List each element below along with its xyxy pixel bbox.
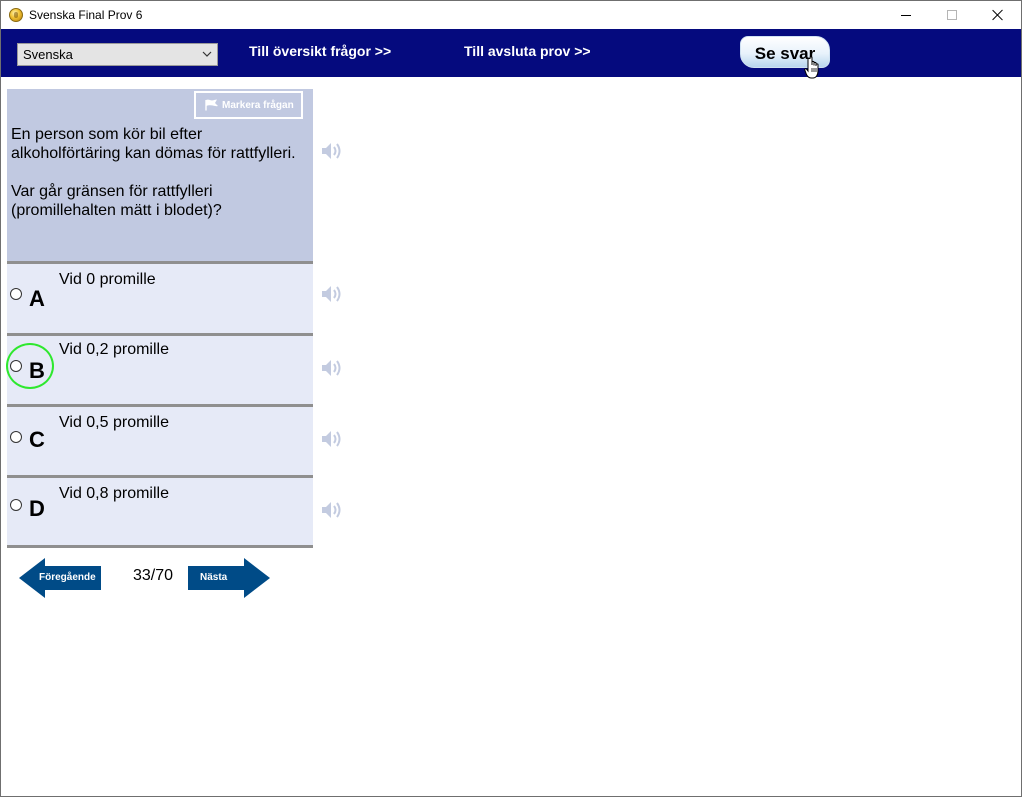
option-c-text: Vid 0,5 promille xyxy=(59,414,169,431)
minimize-icon xyxy=(901,14,911,16)
previous-button[interactable]: Föregående xyxy=(19,558,103,598)
close-button[interactable] xyxy=(975,1,1021,29)
next-label: Nästa xyxy=(200,572,228,583)
window-title: Svenska Final Prov 6 xyxy=(29,8,143,22)
option-d[interactable]: D Vid 0,8 promille xyxy=(7,475,313,547)
title-bar: Svenska Final Prov 6 xyxy=(1,1,1021,29)
app-coin-icon xyxy=(9,8,23,22)
question-paragraph-2: Var går gränsen för rattfylleri (promill… xyxy=(11,183,222,219)
option-d-text: Vid 0,8 promille xyxy=(59,485,169,502)
option-a-speaker-icon[interactable] xyxy=(320,282,344,306)
option-c-radio[interactable] xyxy=(10,431,22,443)
minimize-button[interactable] xyxy=(883,1,929,29)
option-b-text: Vid 0,2 promille xyxy=(59,341,169,358)
maximize-button[interactable] xyxy=(929,1,975,29)
right-arrow-icon xyxy=(188,558,270,598)
previous-label: Föregående xyxy=(39,572,96,583)
language-select-value: Svenska xyxy=(23,47,73,62)
option-a-text: Vid 0 promille xyxy=(59,271,156,288)
toolbar: Svenska Till översikt frågor >> Till avs… xyxy=(1,29,1021,77)
hand-cursor-icon xyxy=(804,56,824,80)
flag-icon xyxy=(205,99,219,111)
option-d-radio[interactable] xyxy=(10,499,22,511)
finish-exam-link[interactable]: Till avsluta prov >> xyxy=(464,43,591,59)
question-speaker-icon[interactable] xyxy=(320,139,344,163)
option-c[interactable]: C Vid 0,5 promille xyxy=(7,404,313,476)
option-d-letter: D xyxy=(29,496,45,521)
option-d-speaker-icon[interactable] xyxy=(320,498,344,522)
language-select[interactable]: Svenska xyxy=(17,43,218,66)
highlight-circle xyxy=(6,343,54,389)
mark-question-button[interactable]: Markera frågan xyxy=(194,91,303,119)
overview-questions-link[interactable]: Till översikt frågor >> xyxy=(249,43,391,59)
question-panel: Markera frågan En person som kör bil eft… xyxy=(7,89,313,263)
chevron-down-icon xyxy=(201,47,213,61)
option-b-speaker-icon[interactable] xyxy=(320,356,344,380)
option-a[interactable]: A Vid 0 promille xyxy=(7,261,313,333)
option-a-letter: A xyxy=(29,286,45,311)
question-counter: 33/70 xyxy=(133,567,174,584)
mark-question-label: Markera frågan xyxy=(222,99,294,111)
next-button[interactable]: Nästa xyxy=(186,558,270,598)
options-bottom-border xyxy=(7,545,313,548)
option-a-radio[interactable] xyxy=(10,288,22,300)
option-c-speaker-icon[interactable] xyxy=(320,427,344,451)
question-paragraph-1: En person som kör bil efter alkoholförtä… xyxy=(11,126,296,162)
close-icon xyxy=(992,9,1004,21)
question-text: En person som kör bil efter alkoholförtä… xyxy=(11,125,301,220)
maximize-icon xyxy=(947,10,957,20)
option-c-letter: C xyxy=(29,427,45,452)
app-window: Svenska Final Prov 6 Svenska Till översi… xyxy=(0,0,1022,797)
